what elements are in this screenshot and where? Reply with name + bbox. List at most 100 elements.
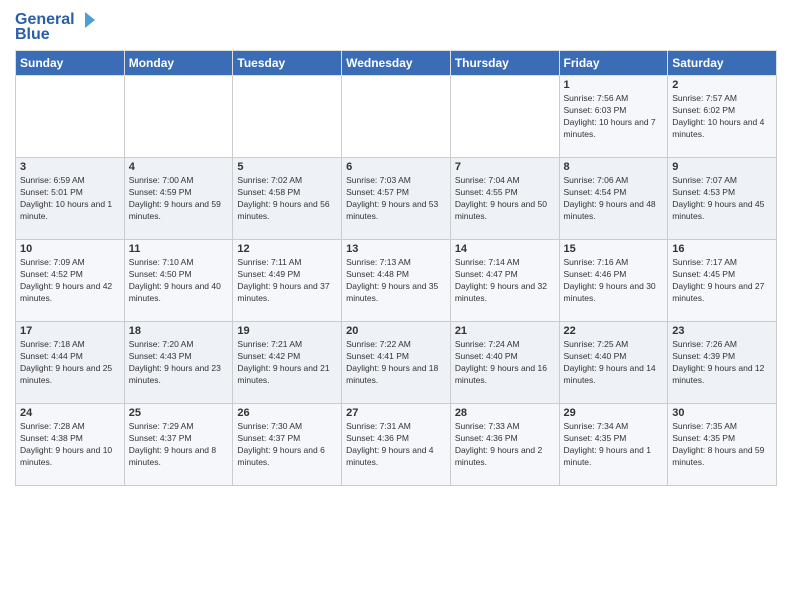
day-info: Sunrise: 7:09 AMSunset: 4:52 PMDaylight:… (20, 257, 120, 305)
calendar-cell: 19 Sunrise: 7:21 AMSunset: 4:42 PMDayligh… (233, 322, 342, 404)
weekday-header: Thursday (450, 51, 559, 76)
calendar-cell: 22 Sunrise: 7:25 AMSunset: 4:40 PMDayligh… (559, 322, 668, 404)
day-info: Sunrise: 7:22 AMSunset: 4:41 PMDaylight:… (346, 339, 446, 387)
calendar-table: SundayMondayTuesdayWednesdayThursdayFrid… (15, 50, 777, 486)
day-number: 30 (672, 407, 772, 419)
weekday-header: Saturday (668, 51, 777, 76)
day-info: Sunrise: 7:34 AMSunset: 4:35 PMDaylight:… (564, 421, 664, 469)
day-number: 4 (129, 161, 229, 173)
day-info: Sunrise: 7:56 AMSunset: 6:03 PMDaylight:… (564, 93, 664, 141)
day-number: 13 (346, 243, 446, 255)
weekday-header: Wednesday (342, 51, 451, 76)
logo-arrow-icon (77, 10, 97, 30)
calendar-week-row: 1 Sunrise: 7:56 AMSunset: 6:03 PMDaylight… (16, 76, 777, 158)
day-info: Sunrise: 7:57 AMSunset: 6:02 PMDaylight:… (672, 93, 772, 141)
day-info: Sunrise: 7:26 AMSunset: 4:39 PMDaylight:… (672, 339, 772, 387)
calendar-cell: 9Sunrise: 7:07 AMSunset: 4:53 PMDaylight… (668, 158, 777, 240)
day-info: Sunrise: 7:35 AMSunset: 4:35 PMDaylight:… (672, 421, 772, 469)
day-number: 15 (564, 243, 664, 255)
weekday-header: Sunday (16, 51, 125, 76)
main-container: General Blue SundayMondayTuesdayWednesda… (0, 0, 792, 496)
calendar-cell: 5Sunrise: 7:02 AMSunset: 4:58 PMDaylight… (233, 158, 342, 240)
calendar-cell: 2 Sunrise: 7:57 AMSunset: 6:02 PMDaylight… (668, 76, 777, 158)
day-info: Sunrise: 7:18 AMSunset: 4:44 PMDaylight:… (20, 339, 120, 387)
calendar-cell: 3Sunrise: 6:59 AMSunset: 5:01 PMDaylight… (16, 158, 125, 240)
day-number: 22 (564, 325, 664, 337)
calendar-cell: 23 Sunrise: 7:26 AMSunset: 4:39 PMDayligh… (668, 322, 777, 404)
calendar-cell: 8 Sunrise: 7:06 AMSunset: 4:54 PMDaylight… (559, 158, 668, 240)
logo: General Blue (15, 10, 97, 44)
calendar-cell: 25 Sunrise: 7:29 AMSunset: 4:37 PMDayligh… (124, 404, 233, 486)
calendar-cell: 28Sunrise: 7:33 AMSunset: 4:36 PMDayligh… (450, 404, 559, 486)
day-info: Sunrise: 7:25 AMSunset: 4:40 PMDaylight:… (564, 339, 664, 387)
weekday-header: Friday (559, 51, 668, 76)
calendar-week-row: 10 Sunrise: 7:09 AMSunset: 4:52 PMDayligh… (16, 240, 777, 322)
weekday-header-row: SundayMondayTuesdayWednesdayThursdayFrid… (16, 51, 777, 76)
calendar-cell (124, 76, 233, 158)
calendar-cell: 29 Sunrise: 7:34 AMSunset: 4:35 PMDayligh… (559, 404, 668, 486)
day-number: 2 (672, 79, 772, 91)
day-info: Sunrise: 7:31 AMSunset: 4:36 PMDaylight:… (346, 421, 446, 469)
calendar-cell: 24 Sunrise: 7:28 AMSunset: 4:38 PMDayligh… (16, 404, 125, 486)
calendar-cell: 27 Sunrise: 7:31 AMSunset: 4:36 PMDayligh… (342, 404, 451, 486)
weekday-header: Tuesday (233, 51, 342, 76)
day-number: 27 (346, 407, 446, 419)
calendar-cell (342, 76, 451, 158)
calendar-cell: 16Sunrise: 7:17 AMSunset: 4:45 PMDayligh… (668, 240, 777, 322)
day-number: 24 (20, 407, 120, 419)
calendar-cell: 17 Sunrise: 7:18 AMSunset: 4:44 PMDayligh… (16, 322, 125, 404)
day-info: Sunrise: 7:16 AMSunset: 4:46 PMDaylight:… (564, 257, 664, 305)
calendar-cell (16, 76, 125, 158)
calendar-cell: 14 Sunrise: 7:14 AMSunset: 4:47 PMDayligh… (450, 240, 559, 322)
day-info: Sunrise: 7:24 AMSunset: 4:40 PMDaylight:… (455, 339, 555, 387)
day-number: 29 (564, 407, 664, 419)
day-number: 17 (20, 325, 120, 337)
calendar-cell (450, 76, 559, 158)
calendar-week-row: 3Sunrise: 6:59 AMSunset: 5:01 PMDaylight… (16, 158, 777, 240)
calendar-cell: 13 Sunrise: 7:13 AMSunset: 4:48 PMDayligh… (342, 240, 451, 322)
calendar-week-row: 17 Sunrise: 7:18 AMSunset: 4:44 PMDayligh… (16, 322, 777, 404)
weekday-header: Monday (124, 51, 233, 76)
calendar-cell: 6Sunrise: 7:03 AMSunset: 4:57 PMDaylight… (342, 158, 451, 240)
calendar-cell: 10 Sunrise: 7:09 AMSunset: 4:52 PMDayligh… (16, 240, 125, 322)
calendar-cell: 26 Sunrise: 7:30 AMSunset: 4:37 PMDayligh… (233, 404, 342, 486)
logo-blue: Blue (15, 26, 50, 44)
calendar-cell: 15 Sunrise: 7:16 AMSunset: 4:46 PMDayligh… (559, 240, 668, 322)
day-info: Sunrise: 7:33 AMSunset: 4:36 PMDaylight:… (455, 421, 555, 469)
day-info: Sunrise: 7:14 AMSunset: 4:47 PMDaylight:… (455, 257, 555, 305)
day-info: Sunrise: 7:03 AMSunset: 4:57 PMDaylight:… (346, 175, 446, 223)
calendar-week-row: 24 Sunrise: 7:28 AMSunset: 4:38 PMDayligh… (16, 404, 777, 486)
day-info: Sunrise: 7:30 AMSunset: 4:37 PMDaylight:… (237, 421, 337, 469)
day-info: Sunrise: 7:29 AMSunset: 4:37 PMDaylight:… (129, 421, 229, 469)
calendar-cell: 7Sunrise: 7:04 AMSunset: 4:55 PMDaylight… (450, 158, 559, 240)
day-info: Sunrise: 7:06 AMSunset: 4:54 PMDaylight:… (564, 175, 664, 223)
day-info: Sunrise: 7:21 AMSunset: 4:42 PMDaylight:… (237, 339, 337, 387)
calendar-cell: 18Sunrise: 7:20 AMSunset: 4:43 PMDayligh… (124, 322, 233, 404)
calendar-cell: 1 Sunrise: 7:56 AMSunset: 6:03 PMDaylight… (559, 76, 668, 158)
day-number: 8 (564, 161, 664, 173)
day-number: 5 (237, 161, 337, 173)
day-number: 10 (20, 243, 120, 255)
day-number: 14 (455, 243, 555, 255)
day-info: Sunrise: 7:20 AMSunset: 4:43 PMDaylight:… (129, 339, 229, 387)
day-number: 20 (346, 325, 446, 337)
day-number: 11 (129, 243, 229, 255)
calendar-cell: 11 Sunrise: 7:10 AMSunset: 4:50 PMDayligh… (124, 240, 233, 322)
day-info: Sunrise: 7:07 AMSunset: 4:53 PMDaylight:… (672, 175, 772, 223)
day-number: 26 (237, 407, 337, 419)
day-info: Sunrise: 7:28 AMSunset: 4:38 PMDaylight:… (20, 421, 120, 469)
calendar-cell: 4 Sunrise: 7:00 AMSunset: 4:59 PMDaylight… (124, 158, 233, 240)
day-info: Sunrise: 7:00 AMSunset: 4:59 PMDaylight:… (129, 175, 229, 223)
day-number: 25 (129, 407, 229, 419)
day-number: 1 (564, 79, 664, 91)
day-number: 19 (237, 325, 337, 337)
day-info: Sunrise: 7:10 AMSunset: 4:50 PMDaylight:… (129, 257, 229, 305)
day-number: 21 (455, 325, 555, 337)
day-info: Sunrise: 6:59 AMSunset: 5:01 PMDaylight:… (20, 175, 120, 223)
day-info: Sunrise: 7:11 AMSunset: 4:49 PMDaylight:… (237, 257, 337, 305)
day-info: Sunrise: 7:13 AMSunset: 4:48 PMDaylight:… (346, 257, 446, 305)
header: General Blue (15, 10, 777, 44)
day-number: 7 (455, 161, 555, 173)
day-number: 12 (237, 243, 337, 255)
day-number: 23 (672, 325, 772, 337)
